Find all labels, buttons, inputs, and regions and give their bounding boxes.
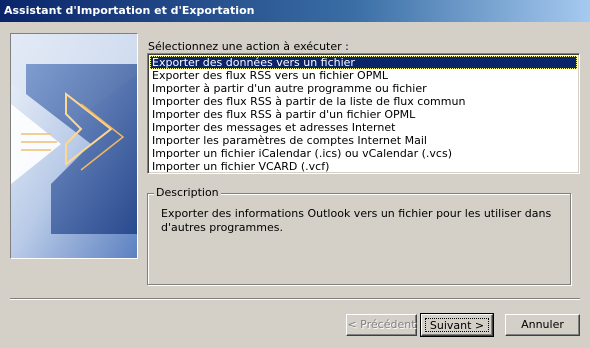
description-text: Exporter des informations Outlook vers u… — [161, 207, 552, 234]
description-group: Description Exporter des informations Ou… — [147, 186, 571, 285]
action-item-export-to-file[interactable]: Exporter des données vers un fichier — [150, 56, 577, 69]
action-item-import-vcard[interactable]: Importer un fichier VCARD (.vcf) — [150, 160, 577, 173]
next-button-label: Suivant > — [425, 318, 489, 332]
cancel-button[interactable]: Annuler — [505, 314, 580, 336]
action-item-import-mail-settings[interactable]: Importer les paramètres de comptes Inter… — [150, 134, 577, 147]
action-item-import-icalendar[interactable]: Importer un fichier iCalendar (.ics) ou … — [150, 147, 577, 160]
import-export-wizard: Assistant d'Importation et d'Exportation — [0, 0, 590, 348]
action-item-import-rss-opml[interactable]: Importer des flux RSS à partir d'un fich… — [150, 108, 577, 121]
button-separator — [10, 298, 580, 300]
action-item-export-rss-opml[interactable]: Exporter des flux RSS vers un fichier OP… — [150, 69, 577, 82]
title-bar[interactable]: Assistant d'Importation et d'Exportation — [0, 0, 590, 22]
action-item-import-from-program[interactable]: Importer à partir d'un autre programme o… — [150, 82, 577, 95]
description-label: Description — [154, 186, 221, 199]
action-list[interactable]: Exporter des données vers un fichier Exp… — [147, 53, 580, 174]
action-item-import-rss-common[interactable]: Importer des flux RSS à partir de la lis… — [150, 95, 577, 108]
wizard-arrow-graphic — [11, 34, 137, 258]
wizard-illustration — [10, 33, 138, 259]
window-title: Assistant d'Importation et d'Exportation — [4, 4, 255, 17]
next-button[interactable]: Suivant > — [420, 313, 494, 337]
action-prompt-label: Sélectionnez une action à exécuter : — [148, 40, 349, 53]
action-item-import-messages[interactable]: Importer des messages et adresses Intern… — [150, 121, 577, 134]
previous-button[interactable]: < Précédent — [346, 314, 417, 336]
